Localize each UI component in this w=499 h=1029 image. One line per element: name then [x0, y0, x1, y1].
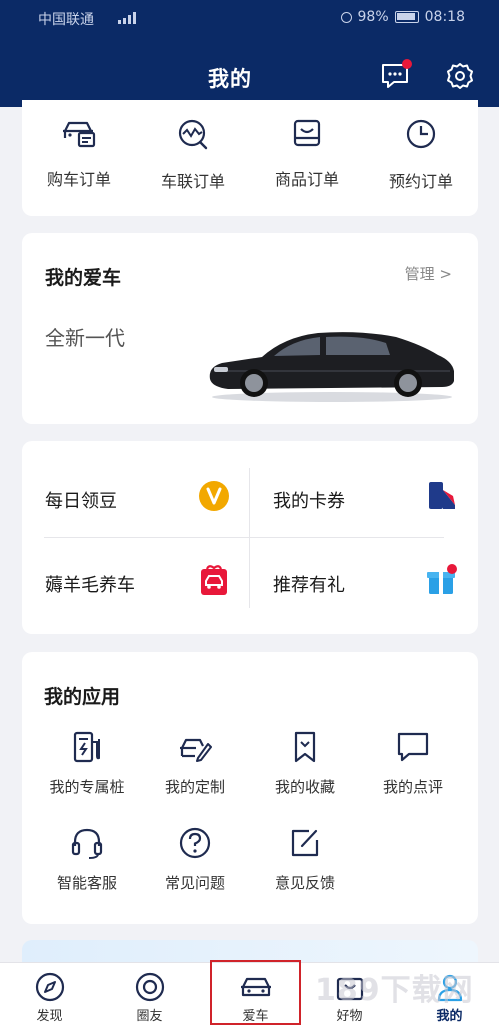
gift-box-icon [427, 564, 457, 594]
feedback-icon [291, 829, 319, 857]
comment-icon [397, 732, 429, 762]
app-support[interactable]: 智能客服 [30, 826, 144, 906]
car-icon [240, 977, 271, 997]
app-label: 我的专属桩 [49, 778, 125, 796]
clock-time: 08:18 [424, 9, 465, 25]
tab-label: 好物 [336, 1009, 363, 1024]
order-label: 预约订单 [388, 172, 453, 191]
orders-card: 购车订单 车联订单 商品订单 预约订单 [22, 100, 478, 216]
headset-icon [71, 828, 103, 859]
shop-icon [336, 977, 363, 1001]
compass-icon [35, 972, 64, 1002]
battery-icon [394, 11, 419, 23]
perk-label: 推荐有礼 [273, 575, 345, 596]
charging-pile-icon [73, 731, 100, 763]
connected-car-order-icon [178, 119, 208, 150]
order-car-purchase[interactable]: 购车订单 [22, 118, 136, 208]
alarm-icon [340, 11, 352, 23]
tab-me[interactable]: 我的 [400, 963, 499, 1029]
app-bookmarks[interactable]: 我的收藏 [248, 730, 362, 810]
order-goods[interactable]: 商品订单 [250, 118, 364, 208]
perk-coupons[interactable]: 我的卡券 [273, 463, 479, 533]
app-custom[interactable]: 我的定制 [138, 730, 252, 810]
tab-discover[interactable]: 发现 [0, 963, 99, 1029]
order-appointment[interactable]: 预约订单 [364, 118, 478, 208]
app-label: 常见问题 [164, 874, 225, 892]
app-label: 我的点评 [382, 778, 443, 796]
user-icon [437, 974, 462, 1002]
tab-friends[interactable]: 圈友 [100, 963, 199, 1029]
tab-label: 我的 [436, 1009, 463, 1024]
order-label: 商品订单 [274, 170, 339, 189]
perk-daily-beans[interactable]: 每日领豆 [45, 463, 251, 533]
app-label: 智能客服 [56, 874, 117, 892]
apps-title: 我的应用 [44, 686, 121, 708]
order-label: 车联订单 [160, 172, 225, 191]
app-charging-pile[interactable]: 我的专属桩 [30, 730, 144, 810]
status-bar: 中国联通 98% 08:18 [0, 0, 499, 34]
tab-label: 爱车 [242, 1009, 269, 1024]
battery-percent: 98% [357, 9, 389, 25]
order-label: 购车订单 [46, 170, 111, 189]
question-icon [179, 827, 211, 859]
goods-order-icon [293, 119, 321, 147]
car-order-icon [63, 121, 96, 148]
my-car-card[interactable]: 我的爱车 管理 > 全新一代 [22, 233, 478, 424]
coupon-icon [429, 482, 455, 509]
app-label: 意见反馈 [274, 874, 335, 892]
custom-car-icon [180, 738, 212, 762]
perk-label: 每日领豆 [45, 491, 117, 512]
car-image [209, 332, 454, 402]
tab-bar: 发现 圈友 爱车 好物 我的 [0, 962, 499, 1029]
coin-icon [199, 481, 229, 511]
app-reviews[interactable]: 我的点评 [356, 730, 470, 810]
app-feedback[interactable]: 意见反馈 [248, 826, 362, 906]
tab-label: 圈友 [136, 1009, 163, 1024]
gift-car-icon [201, 565, 227, 595]
status-right: 98% 08:18 [340, 9, 465, 25]
tab-my-car[interactable]: 爱车 [206, 963, 305, 1029]
divider [44, 537, 444, 538]
tab-shop[interactable]: 好物 [300, 963, 399, 1029]
tab-label: 发现 [36, 1009, 63, 1024]
gear-icon[interactable] [446, 62, 474, 90]
app-header: 中国联通 98% 08:18 我的 [0, 0, 499, 107]
app-faq[interactable]: 常见问题 [138, 826, 252, 906]
perk-label: 薅羊毛养车 [45, 575, 135, 596]
order-connected-car[interactable]: 车联订单 [136, 118, 250, 208]
apps-card: 我的应用 我的专属桩 我的定制 我的收藏 我的点评 智能客服 常见问题 意见反馈 [22, 652, 478, 924]
car-model-name: 全新一代 [45, 326, 125, 350]
signal-icon [118, 12, 136, 24]
manage-link[interactable]: 管理 > [405, 263, 452, 284]
circle-icon [135, 972, 164, 1002]
perk-referral[interactable]: 推荐有礼 [273, 547, 479, 617]
bookmark-icon [294, 731, 316, 763]
perk-wool-car[interactable]: 薅羊毛养车 [45, 547, 251, 617]
app-label: 我的定制 [164, 778, 225, 796]
app-label: 我的收藏 [274, 778, 335, 796]
my-car-title: 我的爱车 [45, 267, 122, 289]
perk-label: 我的卡券 [273, 491, 345, 512]
message-badge [402, 59, 412, 69]
carrier-label: 中国联通 [38, 12, 94, 28]
clock-icon [406, 119, 436, 149]
perks-card: 每日领豆 我的卡券 薅羊毛养车 推荐有礼 [22, 441, 478, 634]
